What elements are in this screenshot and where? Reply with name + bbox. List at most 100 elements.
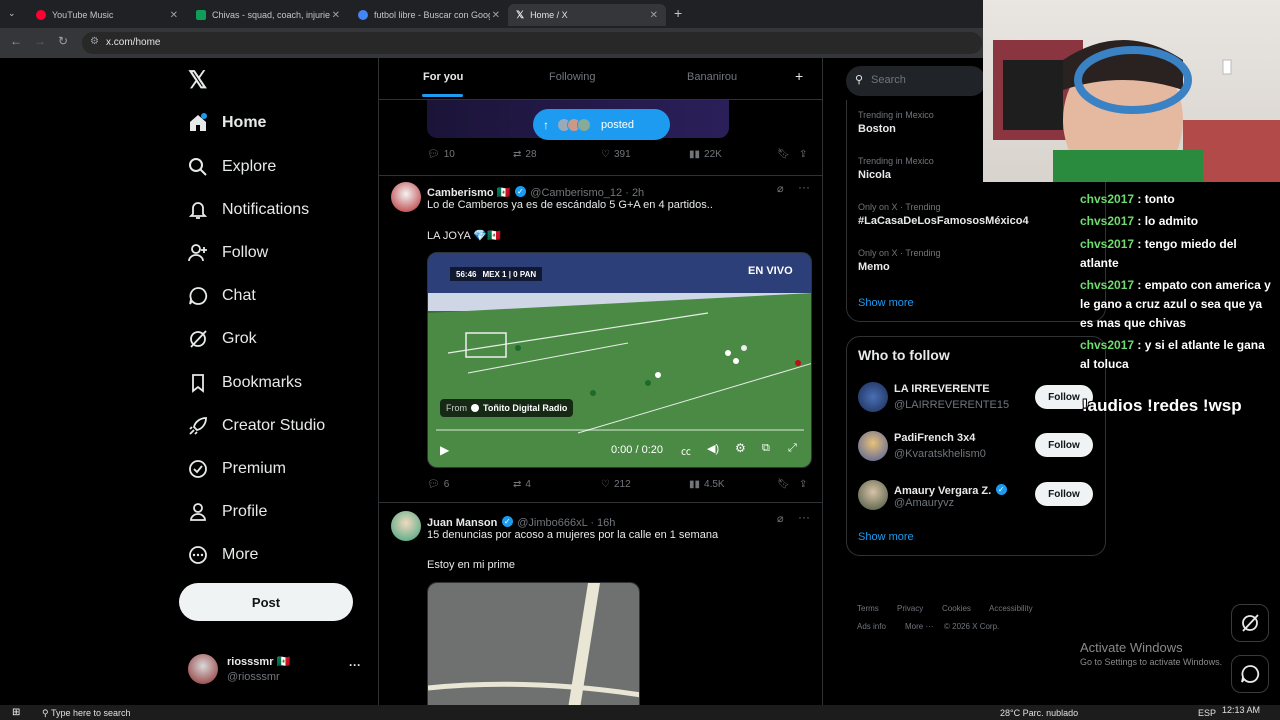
play-icon[interactable]: ▶ <box>440 443 449 457</box>
bookmark-icon[interactable]: 🔖︎ <box>777 479 790 490</box>
nav-follow[interactable]: Follow <box>188 238 268 268</box>
add-tab-button[interactable]: + <box>795 68 803 84</box>
avatar[interactable] <box>858 382 888 412</box>
tweet-author-name[interactable]: Camberismo 🇲🇽 <box>427 187 510 199</box>
avatar[interactable] <box>391 511 421 541</box>
close-icon[interactable]: ✕ <box>650 10 658 21</box>
settings-icon[interactable]: ⚙ <box>735 441 746 455</box>
footer-cookies[interactable]: Cookies <box>942 604 971 613</box>
close-icon[interactable]: ✕ <box>492 10 500 21</box>
footer-ads-info[interactable]: Ads info <box>857 622 886 631</box>
nav-profile[interactable]: Profile <box>188 497 267 527</box>
weather-widget[interactable]: 28°C Parc. nublado <box>1000 708 1078 718</box>
tweet-author-name[interactable]: Juan Manson <box>427 517 497 529</box>
picture-in-picture-icon[interactable]: ⧉ <box>762 442 770 455</box>
nav-more[interactable]: More <box>188 540 258 570</box>
follow-button[interactable]: Follow <box>1035 433 1093 457</box>
tweet-handle[interactable]: @Jimbo666xL · 16h <box>517 517 615 529</box>
suggestion-name[interactable]: Amaury Vergara Z. <box>894 485 991 497</box>
captions-icon[interactable]: ㏄ <box>681 443 691 458</box>
tweet-media-image[interactable] <box>427 582 640 720</box>
footer-privacy[interactable]: Privacy <box>897 604 923 613</box>
more-options-icon[interactable]: ··· <box>798 510 810 524</box>
repost-count[interactable]: ⇄ 4 <box>513 479 531 490</box>
trend-title[interactable]: Nicola <box>858 169 891 181</box>
share-icon[interactable]: ⇪ <box>799 149 807 160</box>
like-count[interactable]: ♡ 212 <box>601 479 631 490</box>
pill-avatar <box>577 117 591 132</box>
site-info-icon[interactable]: ⚙ <box>90 36 99 47</box>
tab-bananirou[interactable]: Bananirou <box>687 71 737 83</box>
fullscreen-icon[interactable]: ⤢ <box>788 442 797 455</box>
tab-following[interactable]: Following <box>549 71 595 83</box>
clock[interactable]: 12:13 AM <box>1222 705 1260 715</box>
divider <box>379 502 822 503</box>
view-count[interactable]: ▮▮ 22K <box>689 149 722 160</box>
footer-more[interactable]: More ··· <box>905 622 933 631</box>
video-player[interactable]: 56:46 MEX 1 | 0 PAN EN VIVO From Toñito … <box>427 252 812 468</box>
address-bar[interactable]: ⚙ x.com/home <box>82 32 982 54</box>
trend-title[interactable]: Memo <box>858 261 890 273</box>
video-source-badge[interactable]: From Toñito Digital Radio <box>440 399 574 417</box>
grok-icon[interactable]: ⌀ <box>777 512 784 525</box>
nav-premium[interactable]: Premium <box>188 454 286 484</box>
nav-chat[interactable]: Chat <box>188 281 256 311</box>
x-logo-icon[interactable]: 𝕏 <box>188 66 207 95</box>
trend-title[interactable]: #LaCasaDeLosFamososMéxico4 <box>858 215 1029 227</box>
reply-count[interactable]: 💬︎ 10 <box>427 149 455 160</box>
follow-button[interactable]: Follow <box>1035 482 1093 506</box>
reload-icon[interactable]: ↻ <box>58 34 68 48</box>
repost-count[interactable]: ⇄ 28 <box>513 149 537 160</box>
nav-grok[interactable]: Grok <box>188 324 257 354</box>
share-icon[interactable]: ⇪ <box>799 479 807 490</box>
post-button[interactable]: Post <box>179 583 353 621</box>
browser-tab-x-home[interactable]: 𝕏 Home / X ✕ <box>508 4 666 26</box>
nav-home[interactable]: Home <box>188 108 266 138</box>
search-input[interactable]: ⚲ Search <box>846 66 986 96</box>
browser-tab-youtube-music[interactable]: YouTube Music ✕ <box>28 4 186 26</box>
forward-icon[interactable]: → <box>34 34 46 48</box>
avatar[interactable] <box>391 182 421 212</box>
footer-terms[interactable]: Terms <box>857 604 879 613</box>
account-switcher[interactable]: riosssmr 🇲🇽 @riosssmr ··· <box>188 652 364 688</box>
account-handle: @riosssmr <box>227 671 280 683</box>
new-posts-pill[interactable]: ↑ posted <box>533 109 670 140</box>
back-icon[interactable]: ← <box>10 34 22 48</box>
grok-icon[interactable]: ⌀ <box>777 182 784 195</box>
trend-meta: Trending in Mexico <box>858 156 934 166</box>
nav-notifications[interactable]: Notifications <box>188 195 309 225</box>
avatar[interactable] <box>858 480 888 510</box>
like-count[interactable]: ♡ 391 <box>601 149 631 160</box>
new-tab-button[interactable]: + <box>674 5 682 21</box>
nav-explore[interactable]: Explore <box>188 152 276 182</box>
grok-floating-button[interactable] <box>1231 604 1269 642</box>
tweet-handle[interactable]: @Camberismo_12 · 2h <box>530 187 644 199</box>
show-more-link[interactable]: Show more <box>858 531 914 543</box>
close-icon[interactable]: ✕ <box>332 10 340 21</box>
footer-accessibility[interactable]: Accessibility <box>989 604 1033 613</box>
windows-start-icon[interactable]: ⊞ <box>12 707 20 718</box>
language-indicator[interactable]: ESP <box>1198 708 1216 718</box>
nav-creator-studio[interactable]: Creator Studio <box>188 411 325 441</box>
more-options-icon[interactable]: ··· <box>798 180 810 194</box>
browser-tab-google[interactable]: futbol libre - Buscar con Googl ✕ <box>350 4 508 26</box>
messages-floating-button[interactable] <box>1231 655 1269 693</box>
nav-bookmarks[interactable]: Bookmarks <box>188 368 302 398</box>
heart-icon: ♡ <box>601 149 610 160</box>
trend-title[interactable]: Boston <box>858 123 896 135</box>
close-icon[interactable]: ✕ <box>170 10 178 21</box>
tab-search-button[interactable]: ⌄ <box>8 8 16 19</box>
view-count[interactable]: ▮▮ 4.5K <box>689 479 725 490</box>
suggestion-name[interactable]: LA IRREVERENTE <box>894 383 990 395</box>
account-more-icon[interactable]: ··· <box>349 658 361 672</box>
tab-for-you[interactable]: For you <box>423 71 463 83</box>
avatar[interactable] <box>858 431 888 461</box>
suggestion-name[interactable]: PadiFrench 3x4 <box>894 432 975 444</box>
show-more-link[interactable]: Show more <box>858 297 914 309</box>
video-progress-bar[interactable] <box>436 429 804 431</box>
volume-icon[interactable]: ◀︎) <box>707 442 719 455</box>
browser-tab-chivas[interactable]: Chivas - squad, coach, injuries a ✕ <box>188 4 348 26</box>
reply-count[interactable]: 💬︎ 6 <box>427 479 449 490</box>
bookmark-icon[interactable]: 🔖︎ <box>777 149 790 160</box>
taskbar-search[interactable]: ⚲ Type here to search <box>42 708 130 719</box>
